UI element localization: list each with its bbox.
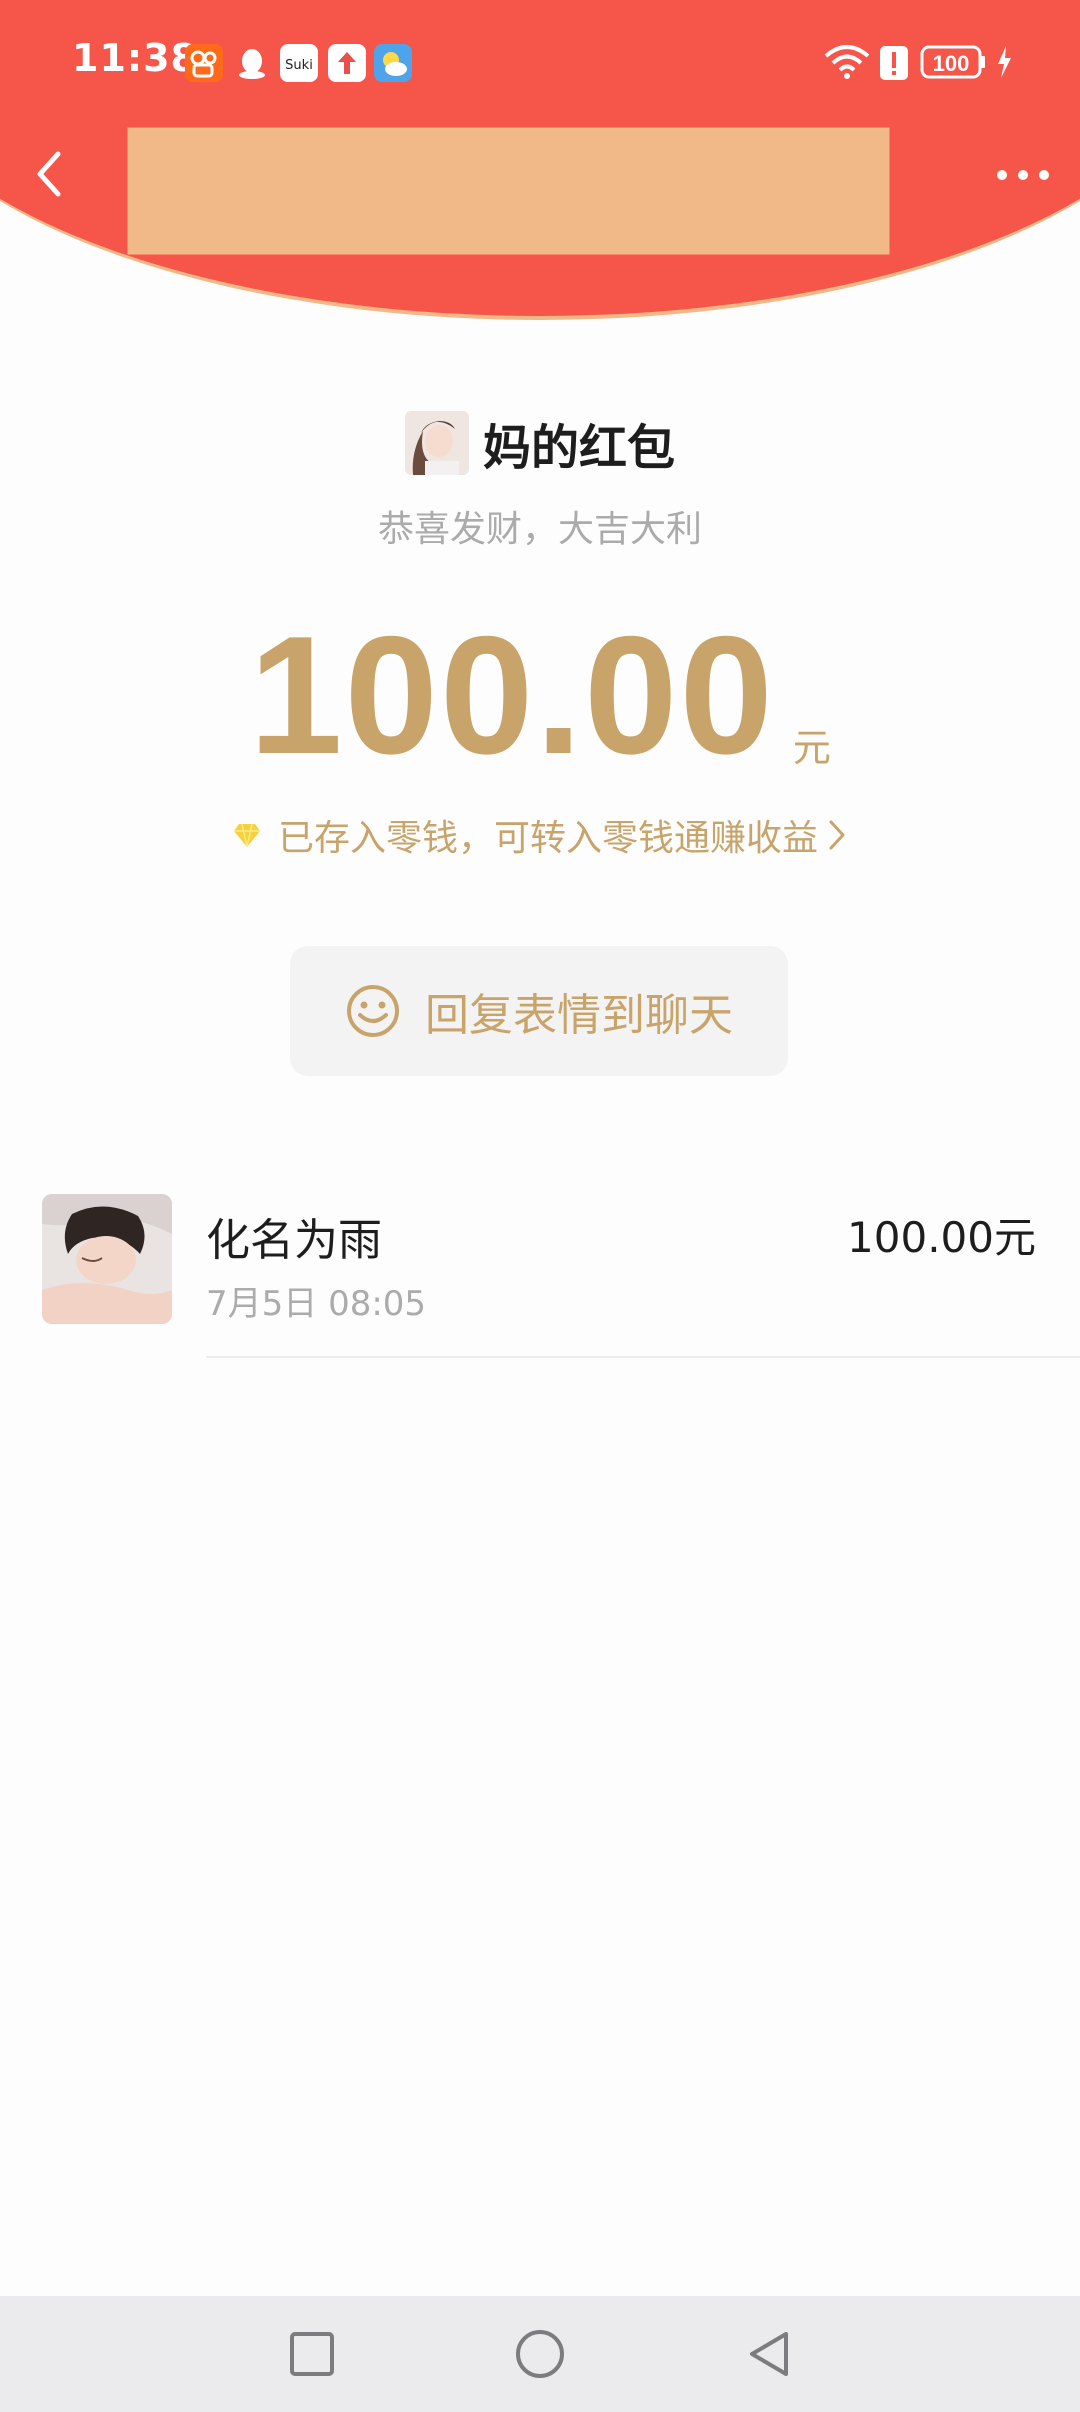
battery-level: 100 xyxy=(933,51,970,76)
back-button[interactable] xyxy=(22,142,78,206)
amount-unit: 元 xyxy=(792,726,831,770)
weather-icon xyxy=(374,44,412,82)
recent-apps-button[interactable] xyxy=(284,2326,340,2382)
home-button[interactable] xyxy=(512,2326,568,2382)
suki-label: Suki xyxy=(285,58,313,73)
more-horizontal-icon xyxy=(997,170,1049,180)
receiver-time: 7月5日 08:05 xyxy=(206,1284,427,1324)
status-time: 11:38 xyxy=(72,36,198,80)
amount-value: 100.00 xyxy=(249,601,775,789)
status-bar: 11:38 Suki 100 xyxy=(0,0,1080,128)
suki-icon: Suki xyxy=(280,44,318,82)
saved-notice-link[interactable]: 已存入零钱，可转入零钱通赚收益 xyxy=(0,808,1080,862)
battery-icon: 100 xyxy=(920,44,990,84)
qq-icon xyxy=(233,44,271,82)
kuaishou-icon xyxy=(185,44,223,82)
chevron-left-icon xyxy=(37,151,61,197)
sender-avatar[interactable] xyxy=(404,411,469,475)
amount-row: 100.00 元 xyxy=(0,610,1080,780)
wifi-icon xyxy=(822,42,872,86)
more-button[interactable] xyxy=(988,150,1058,200)
sender-title: 妈的红包 xyxy=(482,420,675,476)
receiver-amount: 100.00元 xyxy=(847,1213,1036,1262)
greeting-text: 恭喜发财，大吉大利 xyxy=(377,509,702,550)
receiver-name: 化名为雨 xyxy=(206,1215,382,1266)
system-navigation-bar xyxy=(0,2296,1080,2412)
alert-icon xyxy=(878,44,910,86)
reply-sticker-button[interactable]: 回复表情到聊天 xyxy=(290,946,788,1076)
divider xyxy=(206,1356,1080,1358)
charging-icon xyxy=(994,44,1014,84)
list-item[interactable]: 化名为雨 7月5日 08:05 100.00元 xyxy=(0,1190,1080,1358)
saved-notice-text: 已存入零钱，可转入零钱通赚收益 xyxy=(277,818,818,859)
sender-row: 妈的红包 xyxy=(0,408,1080,478)
upload-icon xyxy=(328,44,366,82)
receiver-avatar[interactable] xyxy=(42,1194,172,1324)
red-packet-detail-page: 11:38 Suki 100 妈的红包 恭喜发财，大吉大利 100.00 元 已… xyxy=(0,0,1080,2412)
smiley-icon xyxy=(347,985,399,1037)
chevron-right-icon xyxy=(829,820,845,850)
back-nav-button[interactable] xyxy=(742,2326,798,2382)
diamond-icon xyxy=(233,823,260,848)
reply-button-label: 回复表情到聊天 xyxy=(425,990,733,1041)
